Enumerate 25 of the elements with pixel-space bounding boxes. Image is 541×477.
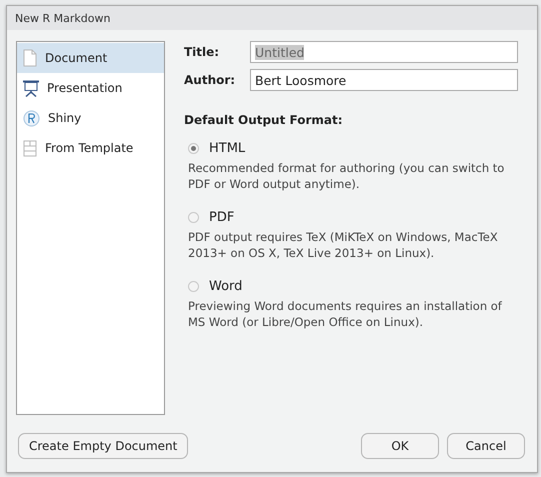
radio-label: Word xyxy=(209,279,242,294)
section-heading: Default Output Format: xyxy=(184,113,344,127)
ok-button[interactable]: OK xyxy=(361,433,439,459)
option-description: PDF output requires TeX (MiKTeX on Windows, MacTeX 2013+ on OS X, TeX Live 2013+ on Linux). xyxy=(187,229,499,261)
window-title: New R Markdown xyxy=(15,12,110,24)
sidebar-item[interactable]: From Template xyxy=(17,133,164,163)
radio-button[interactable] xyxy=(188,281,199,292)
cancel-button[interactable]: Cancel xyxy=(447,433,525,459)
radio-label: HTML xyxy=(209,141,246,156)
template-icon xyxy=(23,140,37,156)
input-field[interactable]: Bert Loosmore xyxy=(250,69,518,91)
option-description: Previewing Word documents requires an installation of MS Word (or Libre/Open Office on Linux). xyxy=(187,298,503,330)
radio-button[interactable] xyxy=(188,212,199,223)
field-label: Title: xyxy=(184,45,220,59)
create-empty-document-button[interactable]: Create Empty Document xyxy=(18,433,188,459)
r-logo-icon xyxy=(23,110,40,126)
sidebar-item[interactable]: Presentation xyxy=(17,73,164,103)
option-description: Recommended format for authoring (you can switch to PDF or Word output anytime). xyxy=(187,160,506,192)
document-icon xyxy=(23,49,37,67)
sidebar-item[interactable]: Shiny xyxy=(17,103,164,133)
radio-button[interactable] xyxy=(188,143,199,154)
radio-label: PDF xyxy=(209,210,234,225)
field-label: Author: xyxy=(184,73,236,87)
easel-icon xyxy=(23,80,39,96)
sidebar-item[interactable]: Document xyxy=(17,43,164,73)
